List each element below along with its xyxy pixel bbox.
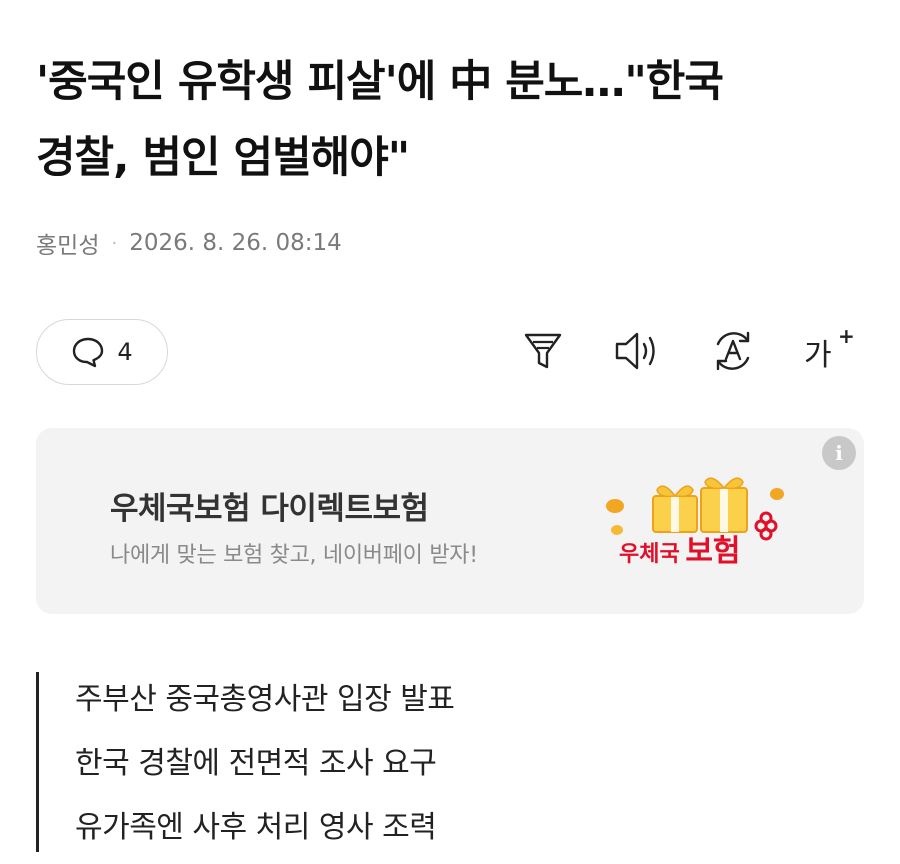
article-meta: 홍민성 · 2026. 8. 26. 08:14 [36, 226, 342, 260]
article-page: '중국인 유학생 피살'에 中 분노…"한국 경찰, 범인 엄벌해야" 홍민성 … [0, 0, 900, 864]
font-size-label: 가 [804, 338, 832, 373]
summary-line-2: 한국 경찰에 전면적 조사 요구 [75, 746, 437, 781]
font-size-button[interactable]: 가 + [804, 324, 864, 376]
article-title-line-2: 경찰, 범인 엄벌해야" [36, 133, 410, 183]
ad-logo: 우체국 보험 [601, 468, 791, 578]
ad-logo-text-big: 보험 [685, 534, 741, 569]
meta-separator: · [111, 232, 118, 254]
translate-button[interactable] [708, 326, 758, 376]
ad-logo-text: 우체국 보험 [619, 526, 741, 570]
ad-banner[interactable]: 우체국보험 다이렉트보험 나에게 맞는 보험 찾고, 네이버페이 받자! i 우 [36, 428, 864, 614]
article-summary: 주부산 중국총영사관 입장 발표 한국 경찰에 전면적 조사 요구 유가족엔 사… [36, 672, 539, 852]
ad-subtitle: 나에게 맞는 보험 찾고, 네이버페이 받자! [110, 543, 478, 568]
comment-icon [71, 336, 105, 368]
summary-line-1: 주부산 중국총영사관 입장 발표 [75, 682, 455, 717]
summary-button[interactable] [518, 326, 568, 376]
ad-info-icon[interactable]: i [822, 436, 856, 470]
article-title-line-1: '중국인 유학생 피살'에 中 분노…"한국 [36, 57, 724, 107]
ad-logo-text-small: 우체국 [619, 542, 680, 567]
comment-button[interactable]: 4 [36, 319, 168, 385]
font-size-icon: 가 + [804, 324, 855, 373]
font-size-plus: + [838, 324, 855, 348]
translate-icon [709, 327, 757, 375]
publish-datetime: 2026. 8. 26. 08:14 [129, 230, 342, 256]
speaker-icon [613, 329, 661, 373]
read-aloud-button[interactable] [612, 326, 662, 376]
summary-filter-icon [521, 329, 565, 373]
comment-count: 4 [117, 338, 133, 366]
ad-title: 우체국보험 다이렉트보험 [110, 491, 429, 527]
article-title: '중국인 유학생 피살'에 中 분노…"한국 경찰, 범인 엄벌해야" [36, 44, 876, 196]
summary-line-3: 유가족엔 사후 처리 영사 조력 [75, 810, 437, 845]
author-name[interactable]: 홍민성 [36, 226, 99, 260]
